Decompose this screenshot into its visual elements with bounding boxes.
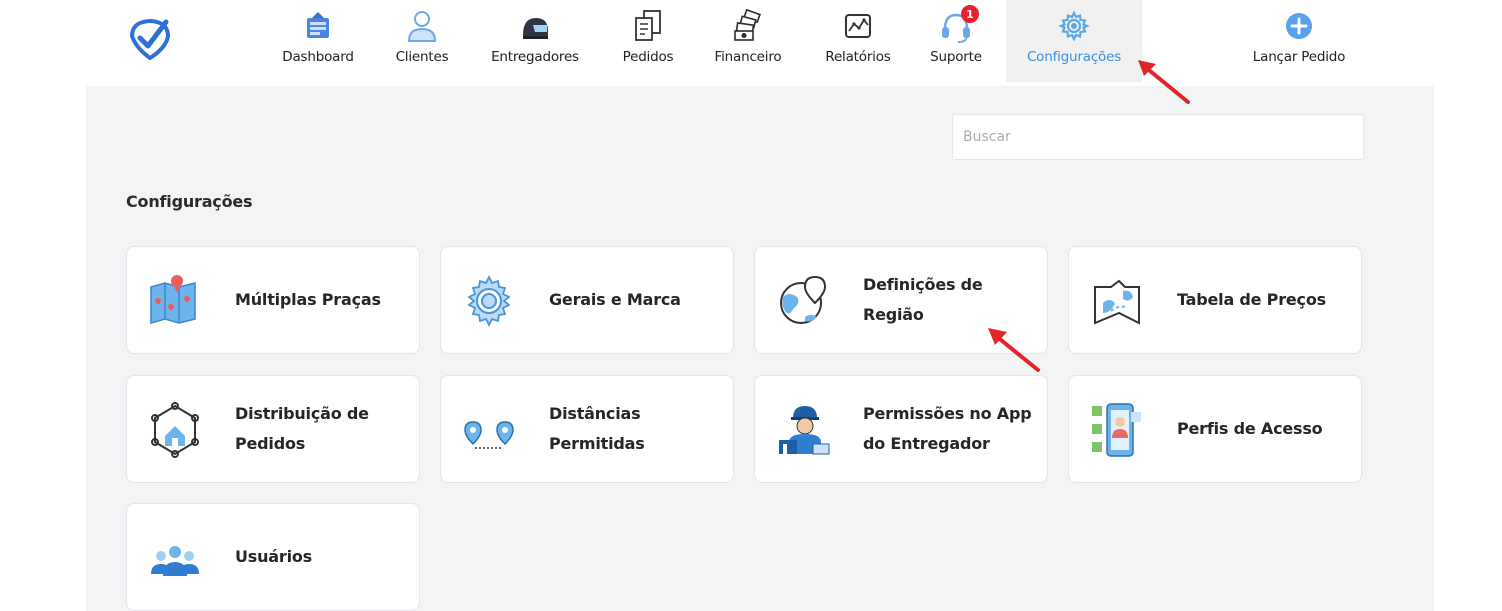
nav-label: Lançar Pedido (1252, 49, 1346, 65)
map-icon (147, 273, 203, 329)
courier-icon (775, 402, 831, 458)
card-usuarios[interactable]: Usuários (126, 503, 420, 611)
profile-phone-icon (1089, 402, 1145, 458)
headset-icon: 1 (939, 5, 979, 43)
nav-relatorios[interactable]: Relatórios (812, 0, 904, 82)
card-label: Gerais e Marca (549, 290, 681, 309)
nav-pedidos[interactable]: Pedidos (610, 0, 686, 82)
card-permissoes-app-entregador[interactable]: Permissões no App do Entregador (754, 375, 1048, 483)
notification-badge: 1 (961, 5, 979, 23)
card-tabela-de-precos[interactable]: Tabela de Preços (1068, 246, 1362, 354)
nav-suporte[interactable]: 1 Suporte (918, 0, 994, 82)
nav-label: Entregadores (491, 49, 579, 65)
logo-check-icon (129, 19, 171, 61)
user-icon (405, 9, 439, 43)
network-icon (147, 402, 203, 458)
price-map-icon (1089, 273, 1145, 329)
card-distribuicao-de-pedidos[interactable]: Distribuição de Pedidos (126, 375, 420, 483)
money-icon (731, 8, 765, 43)
nav-entregadores[interactable]: Entregadores (476, 0, 594, 82)
card-label: Permissões no App do Entregador (863, 404, 1032, 453)
route-pins-icon (461, 402, 517, 458)
annotation-arrow-icon (988, 328, 1040, 372)
annotation-arrow-icon (1138, 60, 1190, 104)
card-label: Tabela de Preços (1177, 290, 1326, 309)
nav-label: Relatórios (825, 49, 891, 65)
search-input[interactable] (952, 114, 1364, 160)
dashboard-icon (301, 9, 335, 43)
nav-financeiro[interactable]: Financeiro (700, 0, 796, 82)
receipt-icon (631, 9, 665, 43)
nav-label: Dashboard (282, 49, 354, 65)
nav-configuracoes[interactable]: Configurações (1006, 0, 1142, 82)
card-label: Distribuição de Pedidos (235, 404, 369, 453)
nav-label: Financeiro (714, 49, 782, 65)
nav-clientes[interactable]: Clientes (384, 0, 460, 82)
card-gerais-e-marca[interactable]: Gerais e Marca (440, 246, 734, 354)
page-title: Configurações (126, 192, 253, 211)
app-logo[interactable] (128, 16, 172, 61)
gear-icon (461, 273, 517, 329)
card-distancias-permitidas[interactable]: Distâncias Permitidas (440, 375, 734, 483)
report-icon (841, 9, 875, 43)
nav-label: Pedidos (622, 49, 674, 65)
globe-pin-icon (775, 273, 831, 329)
plus-circle-icon (1282, 9, 1316, 43)
nav-label: Configurações (1026, 49, 1122, 65)
card-label: Múltiplas Praças (235, 290, 381, 309)
nav-lancar-pedido[interactable]: Lançar Pedido (1236, 0, 1362, 82)
nav-dashboard[interactable]: Dashboard (268, 0, 368, 82)
card-label: Distâncias Permitidas (549, 404, 645, 453)
users-icon (147, 530, 203, 586)
nav-label: Suporte (930, 49, 982, 65)
card-label: Definições de Região (863, 275, 983, 324)
card-label: Perfis de Acesso (1177, 419, 1323, 438)
nav-label: Clientes (395, 49, 449, 65)
gear-icon (1057, 9, 1091, 43)
card-perfis-de-acesso[interactable]: Perfis de Acesso (1068, 375, 1362, 483)
card-multiplas-pracas[interactable]: Múltiplas Praças (126, 246, 420, 354)
card-label: Usuários (235, 547, 312, 566)
helmet-icon (518, 9, 552, 43)
